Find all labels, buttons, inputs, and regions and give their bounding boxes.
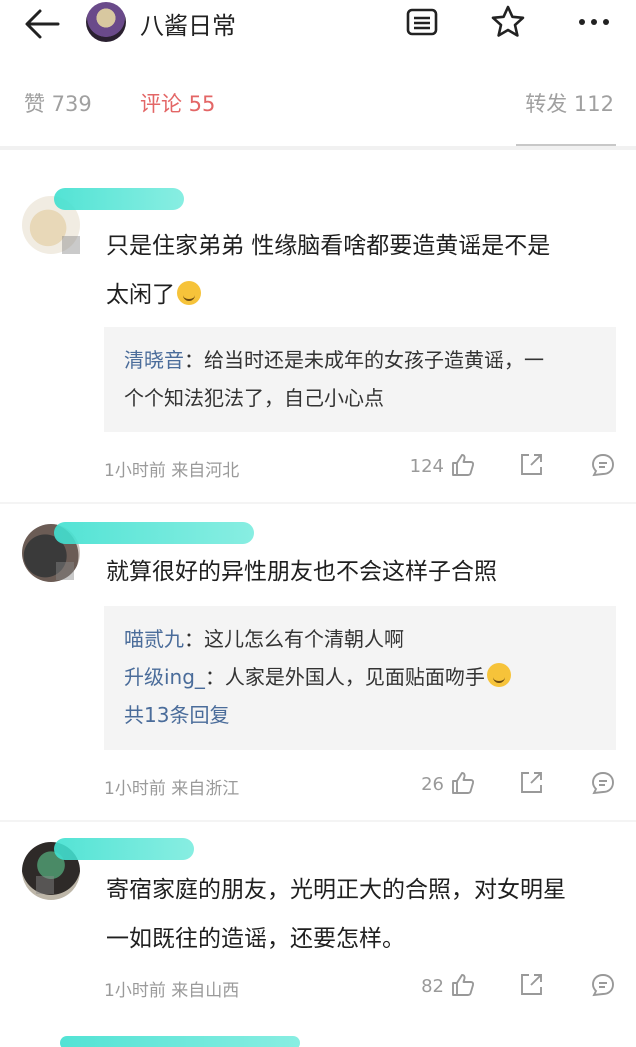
document-icon[interactable] — [404, 4, 440, 40]
mosaic-blur — [36, 876, 54, 894]
username-redaction — [60, 1036, 300, 1047]
reply-line: 喵贰九：这儿怎么有个清朝人啊 — [124, 627, 404, 651]
reply-author[interactable]: 清晓音 — [124, 348, 184, 372]
repost-icon[interactable] — [518, 452, 544, 478]
reply-box[interactable]: 清晓音：给当时还是未成年的女孩子造黄谣，一 个个知法犯法了，自己小心点 — [104, 327, 616, 432]
comment-meta: 1小时前 来自河北 124 — [104, 452, 616, 482]
tab-likes[interactable]: 赞 739 — [24, 88, 92, 118]
more-icon[interactable] — [576, 4, 612, 40]
username-redaction — [54, 838, 194, 860]
reply-box[interactable]: 喵贰九：这儿怎么有个清朝人啊 升级ing_：人家是外国人，见面贴面吻手 共13条… — [104, 606, 616, 750]
like-icon[interactable] — [450, 972, 476, 998]
like-icon[interactable] — [450, 770, 476, 796]
comment-item: 只是住家弟弟 性缘脑看啥都要造黄谣是不是 太闲了 清晓音：给当时还是未成年的女孩… — [0, 180, 636, 490]
divider — [0, 820, 636, 822]
repost-icon[interactable] — [518, 770, 544, 796]
upside-down-face-icon — [177, 281, 201, 305]
username-redaction — [54, 188, 184, 210]
like-count: 82 — [421, 976, 444, 997]
reply-icon[interactable] — [590, 770, 616, 796]
tab-reposts[interactable]: 转发 112 — [525, 88, 614, 118]
like-icon[interactable] — [450, 452, 476, 478]
reply-author[interactable]: 喵贰九 — [124, 627, 184, 651]
mosaic-blur — [62, 236, 80, 254]
divider — [0, 502, 636, 504]
top-bar: 八酱日常 — [0, 0, 636, 50]
comment-item: 就算很好的异性朋友也不会这样子合照 喵贰九：这儿怎么有个清朝人啊 升级ing_：… — [0, 510, 636, 810]
reply-line: 升级ing_：人家是外国人，见面贴面吻手 — [124, 658, 616, 696]
comment-text: 只是住家弟弟 性缘脑看啥都要造黄谣是不是 太闲了 — [106, 233, 551, 308]
reply-author[interactable]: 升级ing_ — [124, 665, 205, 689]
comment-text: 寄宿家庭的朋友，光明正大的合照，对女明星 一如既往的造谣，还要怎样。 — [106, 877, 566, 952]
comment-time-location: 1小时前 来自河北 — [104, 461, 240, 481]
page-title[interactable]: 八酱日常 — [140, 6, 236, 41]
tab-comments[interactable]: 评论 55 — [140, 88, 215, 118]
comment-item: 寄宿家庭的朋友，光明正大的合照，对女明星 一如既往的造谣，还要怎样。 1小时前 … — [0, 826, 636, 1026]
comment-time-location: 1小时前 来自山西 — [104, 981, 240, 1001]
more-replies-link[interactable]: 共13条回复 — [124, 696, 616, 734]
reply-icon[interactable] — [590, 972, 616, 998]
author-avatar[interactable] — [86, 2, 126, 42]
comment-time-location: 1小时前 来自浙江 — [104, 779, 240, 799]
repost-icon[interactable] — [518, 972, 544, 998]
comment-meta: 1小时前 来自浙江 26 — [104, 770, 616, 800]
star-icon[interactable] — [490, 4, 526, 40]
comment-text: 就算很好的异性朋友也不会这样子合照 — [106, 559, 497, 585]
tab-bar: 赞 739 评论 55 转发 112 — [0, 88, 636, 132]
reply-line: 清晓音：给当时还是未成年的女孩子造黄谣，一 — [124, 348, 544, 372]
laughing-tears-icon — [486, 663, 511, 687]
like-count: 26 — [421, 774, 444, 795]
like-count: 124 — [409, 456, 444, 477]
reply-icon[interactable] — [590, 452, 616, 478]
back-arrow-icon[interactable] — [22, 6, 62, 42]
mosaic-blur — [56, 562, 74, 580]
reply-line: 个个知法犯法了，自己小心点 — [124, 386, 384, 410]
comment-meta: 1小时前 来自山西 82 — [104, 972, 616, 1002]
username-redaction — [54, 522, 254, 544]
divider — [0, 146, 636, 150]
